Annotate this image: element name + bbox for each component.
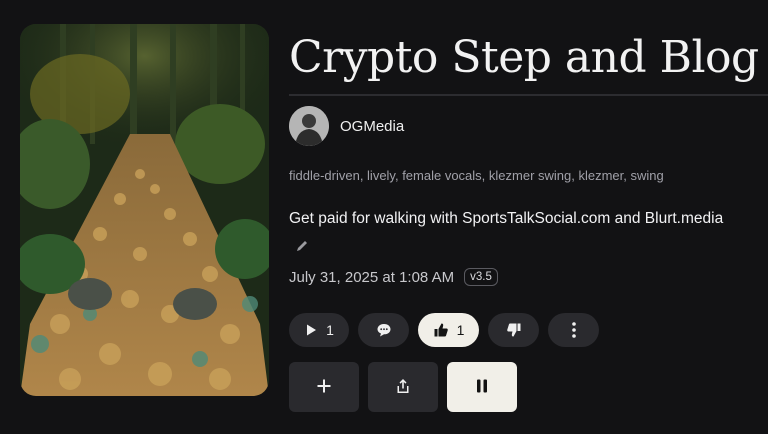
more-button[interactable]: [548, 313, 599, 347]
share-button[interactable]: [368, 362, 438, 412]
cover-art-image: [20, 24, 269, 396]
avatar[interactable]: [289, 106, 329, 146]
plus-icon: [317, 379, 331, 396]
pause-icon: [475, 378, 489, 397]
thumbs-down-icon: [506, 322, 522, 338]
created-date: July 31, 2025 at 1:08 AM: [289, 268, 455, 286]
version-badge: v3.5: [464, 268, 498, 286]
share-icon: [396, 378, 410, 397]
author[interactable]: OGMedia: [289, 106, 404, 146]
thumbs-up-icon: [433, 322, 449, 338]
song-description: Get paid for walking with SportsTalkSoci…: [289, 210, 724, 227]
more-icon: [571, 321, 577, 339]
play-count: 1: [326, 322, 334, 338]
pencil-icon[interactable]: [294, 238, 310, 254]
pause-button[interactable]: [447, 362, 517, 412]
author-name[interactable]: OGMedia: [340, 118, 404, 135]
like-button[interactable]: 1: [418, 313, 479, 347]
divider: [289, 94, 768, 96]
comment-icon: [376, 322, 392, 338]
cover-art[interactable]: [20, 24, 269, 396]
play-button[interactable]: 1: [289, 313, 349, 347]
play-icon: [304, 323, 318, 337]
song-meta: July 31, 2025 at 1:08 AM v3.5: [289, 268, 498, 286]
like-count: 1: [456, 322, 465, 338]
comment-button[interactable]: [358, 313, 409, 347]
add-to-playlist-button[interactable]: [289, 362, 359, 412]
dislike-button[interactable]: [488, 313, 539, 347]
style-tags[interactable]: fiddle-driven, lively, female vocals, kl…: [289, 168, 664, 183]
song-title: Crypto Step and Blog: [289, 32, 759, 83]
